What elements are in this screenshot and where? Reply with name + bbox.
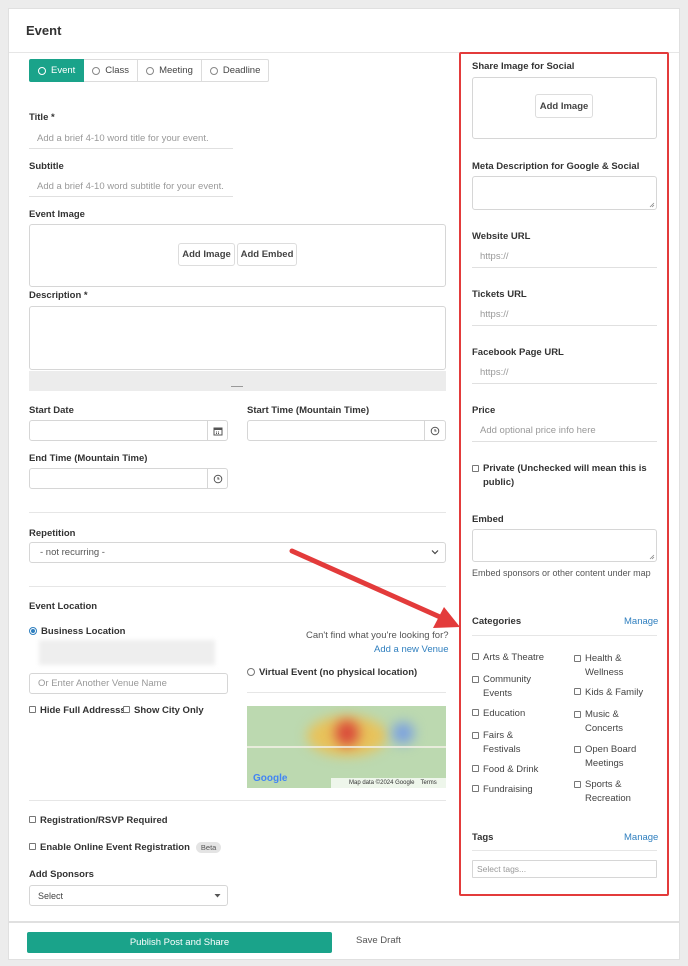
event-image-label: Event Image xyxy=(29,209,85,220)
tab-label: Event xyxy=(51,65,76,76)
event-location-label: Event Location xyxy=(29,601,98,612)
business-location-radio[interactable]: Business Location xyxy=(29,626,125,637)
description-label: Description * xyxy=(29,290,88,301)
radio-icon xyxy=(38,66,46,75)
checkbox-icon xyxy=(29,706,36,713)
save-draft-button[interactable]: Save Draft xyxy=(356,935,401,946)
highlight-box xyxy=(459,52,669,896)
map-blur xyxy=(392,722,414,744)
map-road xyxy=(247,746,446,748)
editor-resize-bar[interactable] xyxy=(29,371,446,391)
show-city-label: Show City Only xyxy=(134,705,204,716)
resize-grip-icon xyxy=(231,386,243,387)
radio-icon xyxy=(247,668,255,676)
business-address-blurred xyxy=(39,640,215,665)
end-time-input[interactable] xyxy=(29,468,228,489)
virtual-event-label: Virtual Event (no physical location) xyxy=(259,667,418,678)
tab-deadline[interactable]: Deadline xyxy=(201,59,270,82)
hide-address-checkbox[interactable]: Hide Full Addresss xyxy=(29,705,126,716)
description-textarea[interactable] xyxy=(29,306,446,370)
business-location-label: Business Location xyxy=(41,626,126,637)
repetition-label: Repetition xyxy=(29,528,76,539)
tab-label: Deadline xyxy=(222,65,261,76)
publish-button[interactable]: Publish Post and Share xyxy=(27,932,332,953)
add-embed-button[interactable]: Add Embed xyxy=(237,243,297,266)
sponsors-label: Add Sponsors xyxy=(29,869,94,880)
subtitle-label: Subtitle xyxy=(29,161,64,172)
sponsors-value: Select xyxy=(38,890,64,901)
venue-name-input[interactable]: Or Enter Another Venue Name xyxy=(29,673,228,694)
chevron-down-icon xyxy=(431,548,439,559)
radio-selected-icon xyxy=(29,627,37,635)
checkbox-icon xyxy=(29,816,36,823)
tab-event[interactable]: Event xyxy=(29,59,85,82)
google-logo: Google xyxy=(253,773,288,784)
page-title: Event xyxy=(26,23,62,38)
registration-checkbox[interactable]: Registration/RSVP Required xyxy=(29,815,168,826)
calendar-icon[interactable] xyxy=(207,421,227,441)
divider xyxy=(247,692,446,693)
location-map[interactable]: Google Map data ©2024 Google Terms xyxy=(247,706,446,788)
tab-class[interactable]: Class xyxy=(84,59,139,82)
start-time-label: Start Time (Mountain Time) xyxy=(247,405,370,416)
radio-icon xyxy=(92,66,101,75)
start-date-input[interactable] xyxy=(29,420,228,441)
clock-icon[interactable] xyxy=(424,421,444,441)
add-venue-link[interactable]: Add a new Venue xyxy=(374,644,448,655)
title-label: Title * xyxy=(29,112,55,123)
radio-icon xyxy=(209,66,218,75)
start-date-label: Start Date xyxy=(29,405,74,416)
event-form-card: Event Event Class Meeting Deadline Title… xyxy=(8,8,680,922)
checkbox-icon xyxy=(123,706,130,713)
virtual-event-radio[interactable]: Virtual Event (no physical location) xyxy=(247,667,417,678)
radio-icon xyxy=(146,66,155,75)
form-footer: Publish Post and Share Save Draft xyxy=(8,922,680,960)
divider xyxy=(29,800,446,801)
map-marker-blur xyxy=(335,720,359,746)
tab-label: Meeting xyxy=(159,65,193,76)
title-input[interactable]: Add a brief 4-10 word title for your eve… xyxy=(29,128,233,149)
repetition-select[interactable]: - not recurring - xyxy=(29,542,446,563)
divider xyxy=(29,512,446,513)
event-type-tabs: Event Class Meeting Deadline xyxy=(29,59,270,82)
sponsors-select[interactable]: Select xyxy=(29,885,228,906)
map-attribution-bar: Map data ©2024 Google Terms xyxy=(331,778,446,788)
show-city-checkbox[interactable]: Show City Only xyxy=(123,705,204,716)
cant-find-text: Can't find what you're looking for? xyxy=(306,630,449,641)
form-header: Event xyxy=(9,9,679,53)
hide-address-label: Hide Full Addresss xyxy=(40,705,126,716)
checkbox-icon xyxy=(29,843,36,850)
online-registration-label: Enable Online Event Registration xyxy=(40,842,190,853)
caret-down-icon xyxy=(214,891,221,901)
subtitle-input[interactable]: Add a brief 4-10 word subtitle for your … xyxy=(29,176,233,197)
map-terms-link[interactable]: Terms xyxy=(420,780,436,786)
start-time-input[interactable] xyxy=(247,420,446,441)
map-attribution: Map data ©2024 Google xyxy=(349,780,415,786)
online-registration-checkbox[interactable]: Enable Online Event Registration Beta xyxy=(29,842,222,853)
clock-icon[interactable] xyxy=(207,469,227,489)
tab-meeting[interactable]: Meeting xyxy=(138,59,202,82)
beta-badge: Beta xyxy=(195,842,222,853)
registration-label: Registration/RSVP Required xyxy=(40,815,168,826)
tab-label: Class xyxy=(105,65,130,76)
divider xyxy=(29,586,446,587)
add-image-button[interactable]: Add Image xyxy=(178,243,235,266)
repetition-value: - not recurring - xyxy=(40,547,105,558)
end-time-label: End Time (Mountain Time) xyxy=(29,453,148,464)
